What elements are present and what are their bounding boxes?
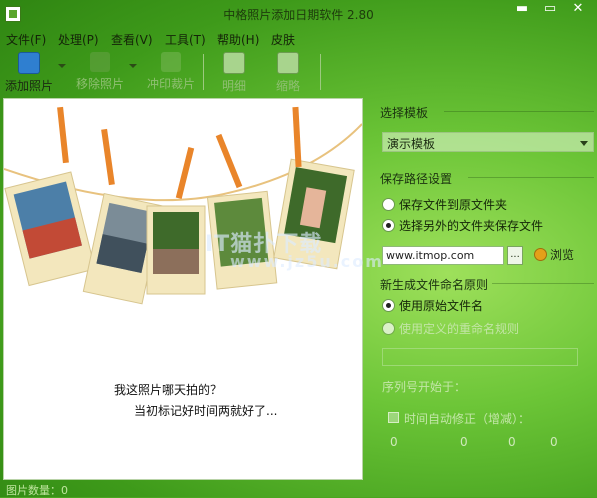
add-photo-label: 添加照片 <box>4 79 53 93</box>
toolbar-separator <box>203 54 204 90</box>
section-divider <box>468 177 594 178</box>
add-photo-icon <box>18 52 40 74</box>
rename-rule-select[interactable] <box>382 348 578 366</box>
photo-preview-panel: 我这照片哪天拍的？ 当初标记好时间两就好了... <box>3 98 363 480</box>
save-original-folder-label: 保存文件到原文件夹 <box>399 198 508 212</box>
save-path-section-title: 保存路径设置 <box>380 172 453 186</box>
clothespin-1 <box>57 106 69 164</box>
template-section-title: 选择模板 <box>380 106 429 120</box>
detail-view-button[interactable]: 明细 <box>212 50 256 94</box>
radio-selected[interactable] <box>382 219 395 232</box>
spin-year[interactable]: 0 <box>390 435 398 449</box>
thumbnail-view-button[interactable]: 缩略 <box>266 50 310 94</box>
browse-icon <box>534 248 547 261</box>
section-divider <box>492 283 594 284</box>
radio-unselected[interactable] <box>382 322 395 335</box>
title-bar: 中格照片添加日期软件 2.80 ▬ ▭ ✕ <box>0 0 597 28</box>
save-other-folder-option[interactable]: 选择另外的文件夹保存文件 <box>382 217 543 234</box>
radio-selected[interactable] <box>382 299 395 312</box>
save-path-input[interactable] <box>382 246 504 265</box>
path-picker-button[interactable]: ... <box>507 246 523 265</box>
browse-label: 浏览 <box>550 248 575 262</box>
app-window: 中格照片添加日期软件 2.80 ▬ ▭ ✕ 文件(F) 处理(P) 查看(V) … <box>0 0 597 497</box>
detail-view-icon <box>223 52 245 74</box>
section-divider <box>444 111 594 112</box>
save-other-folder-label: 选择另外的文件夹保存文件 <box>399 219 544 233</box>
remove-dropdown-arrow-icon[interactable] <box>129 64 137 68</box>
clothespin-5 <box>292 106 302 168</box>
chevron-down-icon <box>580 141 588 146</box>
save-original-folder-option[interactable]: 保存文件到原文件夹 <box>382 196 507 213</box>
crop-print-icon <box>161 52 181 72</box>
menu-view[interactable]: 查看(V) <box>111 31 153 48</box>
serial-start-label: 序列号开始于： <box>382 380 467 394</box>
clothespin-3 <box>175 147 195 199</box>
spin-month[interactable]: 0 <box>460 435 468 449</box>
remove-photo-button[interactable]: 移除照片 <box>74 50 126 94</box>
naming-section-title: 新生成文件命名原则 <box>380 278 489 292</box>
template-select[interactable]: 演示模板 <box>382 132 594 152</box>
clothespin-4 <box>215 133 243 189</box>
time-fix-checkbox[interactable] <box>388 412 399 423</box>
spin-hour[interactable]: 0 <box>550 435 558 449</box>
menu-bar: 文件(F) 处理(P) 查看(V) 工具(T) 帮助(H) 皮肤 <box>0 29 597 49</box>
template-select-value: 演示模板 <box>387 137 436 151</box>
status-text: 图片数量：0 <box>6 484 68 497</box>
photo-frame-1 <box>4 171 96 287</box>
use-original-name-label: 使用原始文件名 <box>399 299 484 313</box>
minimize-button[interactable]: ▬ <box>508 0 536 18</box>
menu-help[interactable]: 帮助(H) <box>217 31 259 48</box>
watermark-line2: www.jz5u.com <box>230 252 384 271</box>
use-original-name-option[interactable]: 使用原始文件名 <box>382 297 483 314</box>
use-rename-rule-option[interactable]: 使用定义的重命名规则 <box>382 320 519 337</box>
thumbnail-view-icon <box>277 52 299 74</box>
toolbar-separator <box>320 54 321 90</box>
close-button[interactable]: ✕ <box>564 0 592 18</box>
hanging-photos-illustration <box>4 106 362 305</box>
add-photo-button[interactable]: 添加照片 <box>4 50 54 94</box>
status-bar: 图片数量：0 <box>0 480 597 497</box>
preview-caption-line1: 我这照片哪天拍的？ <box>114 383 223 397</box>
browse-button[interactable]: 浏览 <box>534 246 574 263</box>
spin-day[interactable]: 0 <box>508 435 516 449</box>
thumbnail-view-label: 缩略 <box>275 79 300 93</box>
detail-view-label: 明细 <box>221 79 246 93</box>
menu-skin[interactable]: 皮肤 <box>271 31 295 48</box>
time-fix-label: 时间自动修正（增减）： <box>404 412 531 426</box>
menu-file[interactable]: 文件(F) <box>6 31 46 48</box>
menu-process[interactable]: 处理(P) <box>58 31 99 48</box>
remove-photo-icon <box>90 52 110 72</box>
settings-panel: 选择模板 演示模板 保存路径设置 保存文件到原文件夹 选择另外的文件夹保存文件 … <box>368 98 597 478</box>
menu-tools[interactable]: 工具(T) <box>165 31 206 48</box>
crop-print-label: 冲印裁片 <box>146 77 195 91</box>
toolbar: 添加照片 移除照片 冲印裁片 明细 缩略 <box>0 50 597 94</box>
preview-caption-line2: 当初标记好时间两就好了... <box>134 404 278 418</box>
maximize-button[interactable]: ▭ <box>536 0 564 18</box>
radio-unselected[interactable] <box>382 198 395 211</box>
add-dropdown-arrow-icon[interactable] <box>58 64 66 68</box>
photo-frame-3 <box>146 205 206 295</box>
clothespin-2 <box>101 128 115 186</box>
crop-print-button[interactable]: 冲印裁片 <box>145 50 197 94</box>
remove-photo-label: 移除照片 <box>75 77 124 91</box>
use-rename-rule-label: 使用定义的重命名规则 <box>399 322 520 336</box>
